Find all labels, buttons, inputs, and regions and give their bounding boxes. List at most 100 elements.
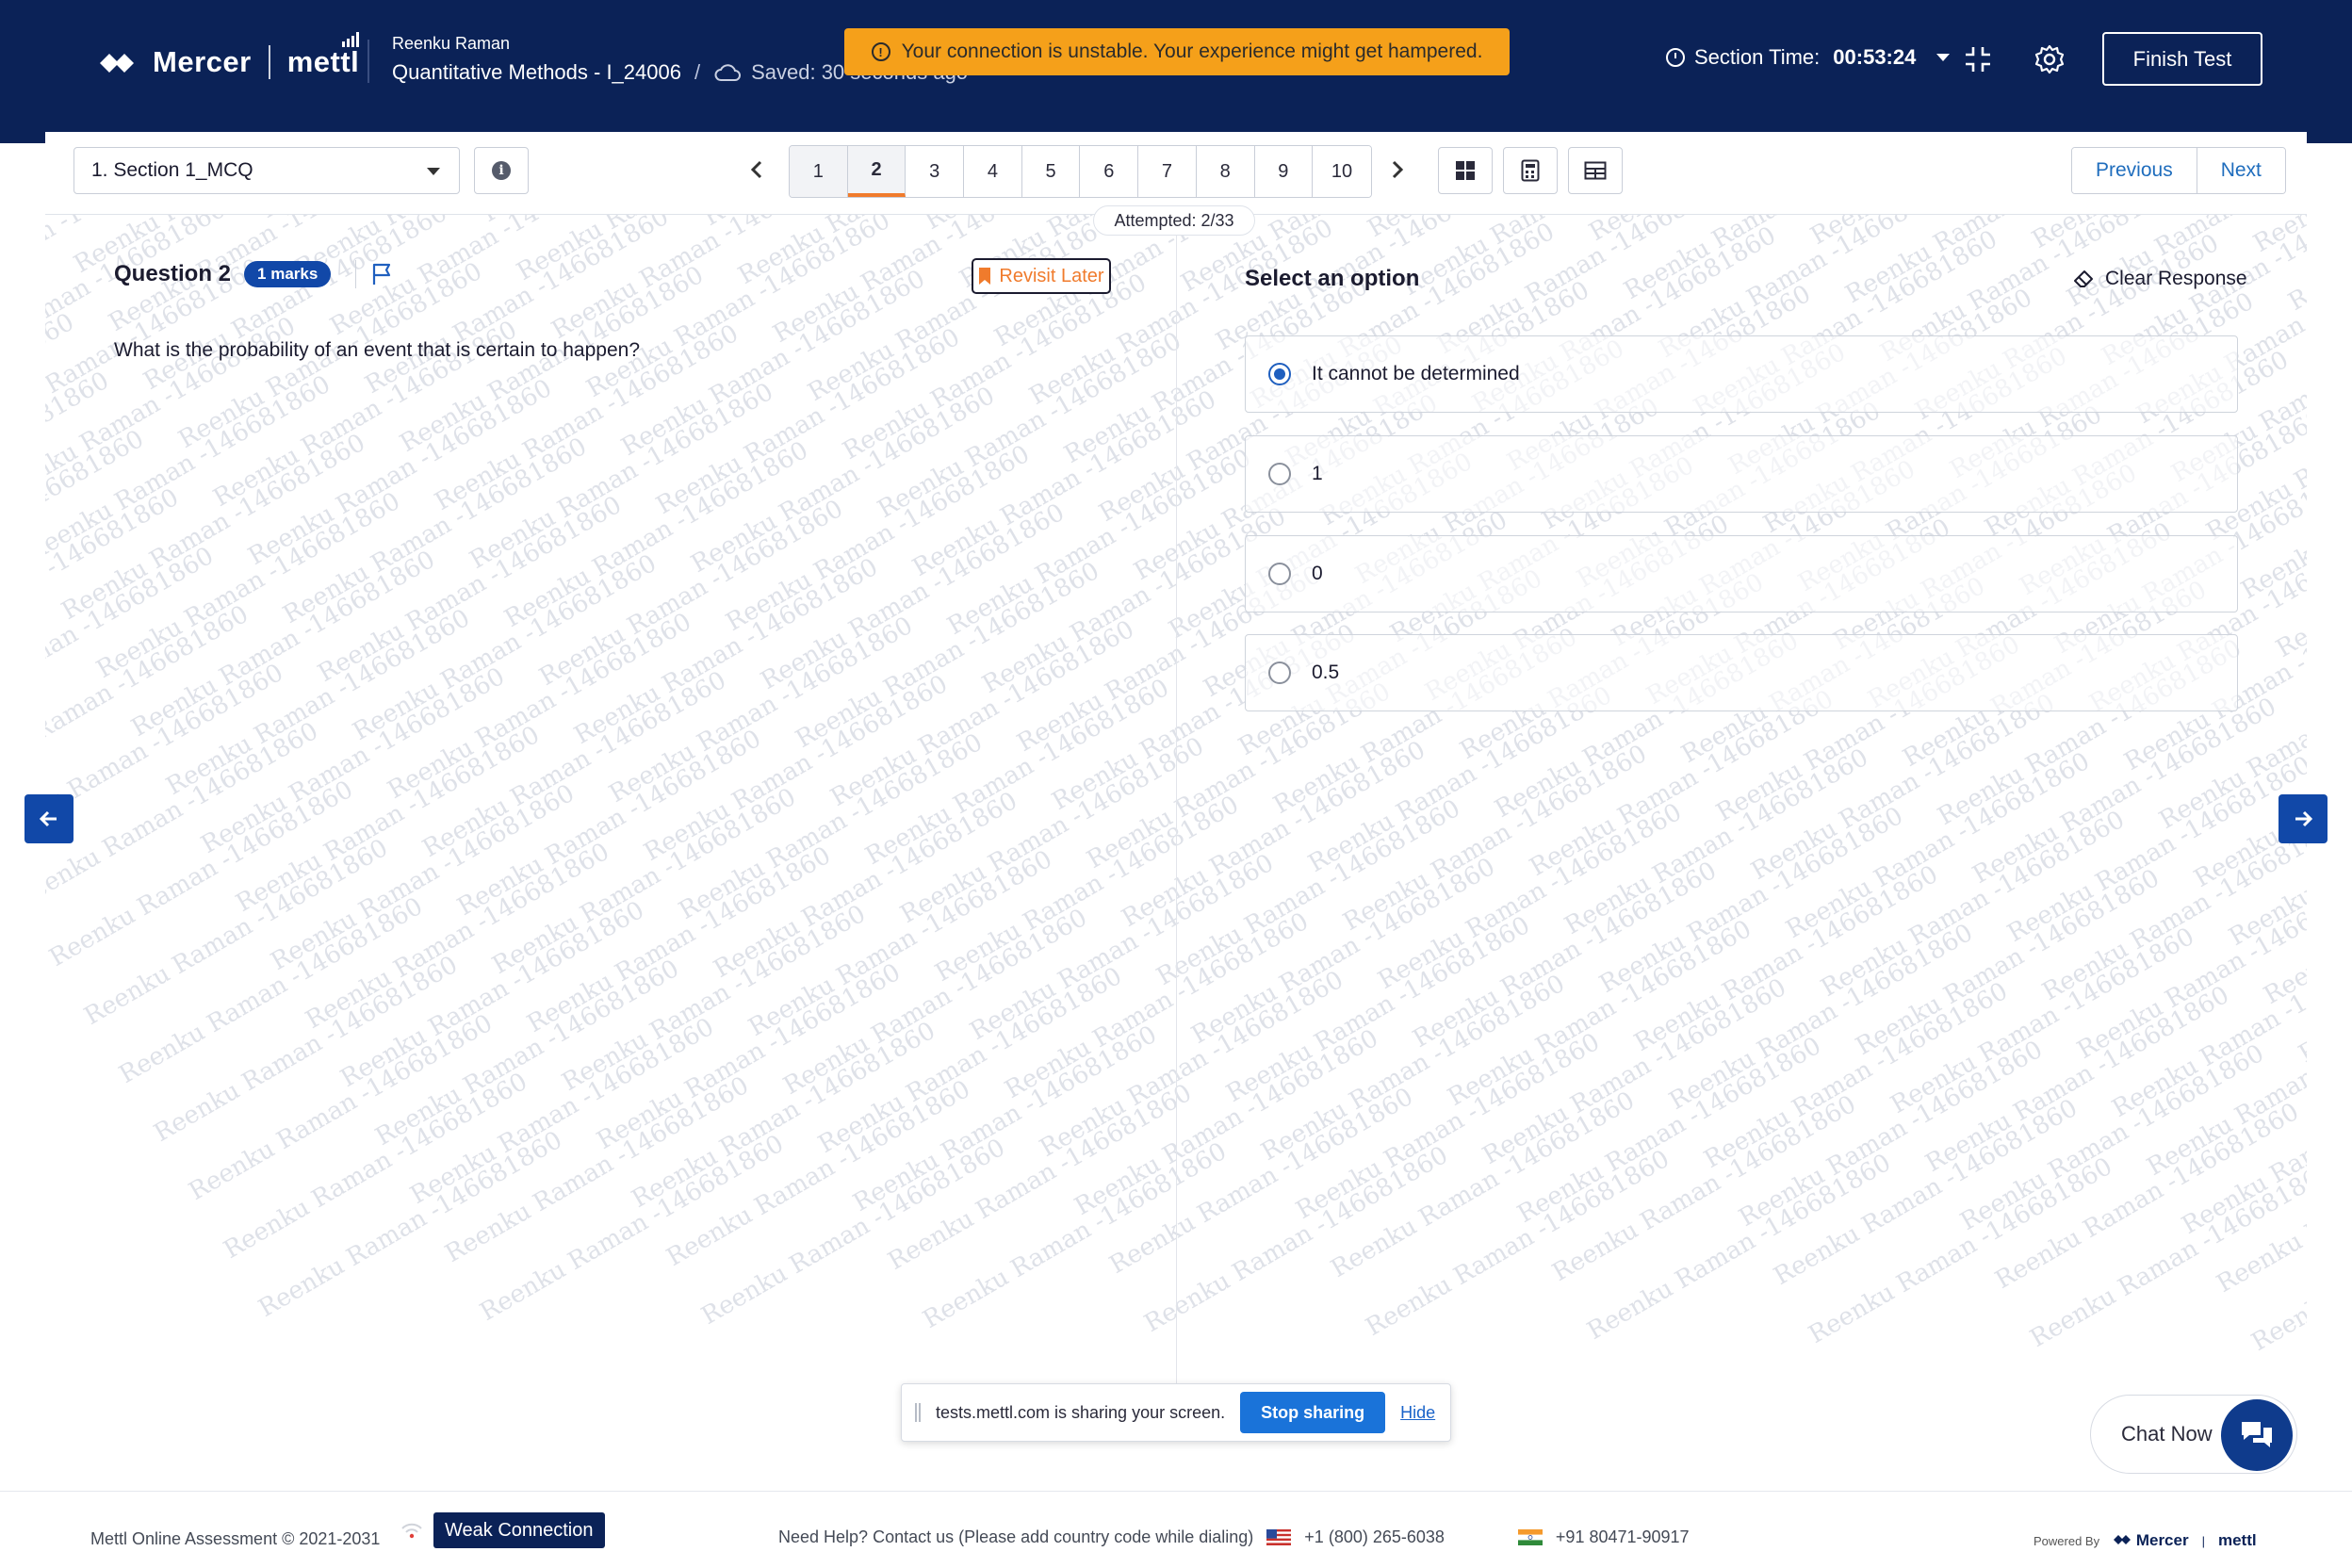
page-button-5[interactable]: 5 <box>1021 146 1081 197</box>
watermark-text: Reenku Raman -146681860 <box>1886 923 2199 1119</box>
revisit-later-button[interactable]: Revisit Later <box>972 258 1111 294</box>
powered-by: Powered By Mercer | mettl <box>2034 1531 2257 1550</box>
watermark-text: Reenku Raman -146681860 <box>652 323 965 520</box>
gear-icon[interactable] <box>2034 43 2066 75</box>
watermark-text: Reenku Raman -146681860 <box>2237 408 2308 605</box>
test-title: Quantitative Methods - I_24006 <box>392 60 681 84</box>
prev-next-group: Previous Next <box>2071 147 2286 194</box>
watermark-text: Reenku Raman -146681860 <box>1478 973 1791 1170</box>
radio-selected[interactable] <box>1268 363 1291 385</box>
page-button-1[interactable]: 1 <box>790 146 848 197</box>
warning-icon: ! <box>871 42 890 61</box>
option-label: It cannot be determined <box>1312 363 1520 384</box>
watermark-text: Reenku Raman -146681860 <box>896 732 1209 929</box>
mercer-wordmark: Mercer <box>153 45 252 78</box>
chat-now-button[interactable]: Chat Now <box>2090 1395 2297 1474</box>
watermark-text: Reenku Raman -146681860 <box>826 615 1139 812</box>
watermark-text: Reenku Raman -146681860 <box>80 834 393 1031</box>
watermark-text: Reenku Raman -146681860 <box>814 962 1127 1159</box>
watermark-text: Reenku Raman -146681860 <box>1364 215 1676 243</box>
clear-response-label: Clear Response <box>2105 268 2247 289</box>
watermark-text: Reenku Raman -146681860 <box>1560 743 1873 940</box>
previous-button[interactable]: Previous <box>2072 148 2197 193</box>
option-3[interactable]: 0 <box>1245 535 2238 612</box>
prev-question-arrow[interactable] <box>24 794 74 843</box>
watermark-text: Reenku Raman -146681860 <box>1805 1152 2117 1349</box>
exit-fullscreen-icon[interactable] <box>1962 43 1994 75</box>
page-button-8[interactable]: 8 <box>1196 146 1255 197</box>
watermark-text: Reenku Raman -146681860 <box>45 215 231 392</box>
watermark-text: Reenku Raman -146681860 <box>466 378 778 575</box>
watermark-text: Reenku Raman -146681860 <box>45 215 126 217</box>
watermark-text: Reenku Raman -146681860 <box>162 604 475 801</box>
watermark-text: Reenku Raman -146681860 <box>2247 1160 2308 1357</box>
watermark-text: Reenku Raman -146681860 <box>1735 1036 2048 1233</box>
stop-sharing-button[interactable]: Stop sharing <box>1240 1392 1386 1433</box>
radio-unselected[interactable] <box>1268 563 1291 585</box>
watermark-text: Reenku Raman -146681860 <box>1362 1145 1674 1342</box>
watermark-text: Reenku Raman -146681860 <box>336 896 649 1093</box>
watermark-text: Reenku Raman -146681860 <box>57 429 370 626</box>
watermark-text: Reenku Raman -146681860 <box>361 215 674 400</box>
page-button-4[interactable]: 4 <box>964 146 1022 197</box>
flag-icon[interactable] <box>369 262 394 286</box>
watermark-text: Reenku Raman -146681860 <box>45 215 348 220</box>
powered-by-text: Powered By <box>2034 1533 2100 1548</box>
section-info-button[interactable]: i <box>474 147 529 194</box>
clear-response-button[interactable]: Clear Response <box>2073 268 2247 290</box>
watermark-text: Reenku Raman -146681860 <box>45 717 323 914</box>
watermark-text: Reenku Raman -146681860 <box>45 483 184 680</box>
watermark-text: Reenku Raman -146681860 <box>150 951 463 1148</box>
watermark-text: Reenku Raman -146681860 <box>2295 872 2308 1069</box>
revisit-later-label: Revisit Later <box>999 265 1104 286</box>
watermark-text: Reenku Raman -146681860 <box>384 608 696 805</box>
page-button-9[interactable]: 9 <box>1254 146 1314 197</box>
page-button-7[interactable]: 7 <box>1138 146 1197 197</box>
watermark-text: Reenku Raman -146681860 <box>197 662 510 859</box>
phone-us[interactable]: +1 (800) 265-6038 <box>1304 1527 1445 1547</box>
watermark-text: Reenku Raman -146681860 <box>2038 809 2308 1006</box>
next-question-arrow[interactable] <box>2278 794 2328 843</box>
page-button-10[interactable]: 10 <box>1313 146 1371 197</box>
page-button-6[interactable]: 6 <box>1080 146 1139 197</box>
watermark-text: Reenku Raman -146681860 <box>839 269 1152 466</box>
table-view-button[interactable] <box>1568 147 1623 194</box>
watermark-text: Reenku Raman -146681860 <box>478 215 791 228</box>
watermark-text: Reenku Raman -146681860 <box>1620 215 1933 305</box>
watermark-text: Reenku Raman -146681860 <box>1526 685 1838 882</box>
hide-link[interactable]: Hide <box>1400 1403 1435 1423</box>
chat-icon[interactable] <box>2221 1399 2293 1471</box>
pager-next-arrow[interactable] <box>1383 153 1412 187</box>
section-dropdown[interactable]: 1. Section 1_MCQ <box>74 147 460 194</box>
wifi-weak-icon <box>401 1523 422 1539</box>
watermark-text: Reenku Raman -146681860 <box>349 549 662 746</box>
watermark-text: Reenku Raman -146681860 <box>558 900 871 1097</box>
powered-separator: | <box>2201 1533 2205 1548</box>
watermark-text: Reenku Raman -146681860 <box>1001 907 1314 1104</box>
option-4[interactable]: 0.5 <box>1245 634 2238 711</box>
calculator-button[interactable] <box>1503 147 1558 194</box>
weak-connection-badge: Weak Connection <box>433 1512 605 1548</box>
question-grid-button[interactable] <box>1438 147 1493 194</box>
next-button[interactable]: Next <box>2196 148 2285 193</box>
option-2[interactable]: 1 <box>1245 435 2238 513</box>
radio-unselected[interactable] <box>1268 662 1291 684</box>
chevron-down-icon[interactable] <box>1936 54 1951 61</box>
radio-unselected[interactable] <box>1268 463 1291 485</box>
pager-prev-arrow[interactable] <box>743 153 771 187</box>
finish-test-button[interactable]: Finish Test <box>2102 32 2262 86</box>
page-button-3[interactable]: 3 <box>906 146 965 197</box>
help-contacts: Need Help? Contact us (Please add countr… <box>778 1527 1690 1547</box>
bookmark-icon <box>979 268 991 285</box>
candidate-name: Reenku Raman <box>392 34 511 53</box>
options-heading: Select an option <box>1245 266 1420 291</box>
watermark-text: Reenku Raman -146681860 <box>267 779 580 976</box>
option-1[interactable]: It cannot be determined <box>1245 335 2238 413</box>
phone-india[interactable]: +91 80471-90917 <box>1556 1527 1690 1547</box>
watermark-text: Reenku Raman -146681860 <box>45 367 114 564</box>
watermark-text: Reenku Raman -146681860 <box>1747 689 2060 886</box>
section-timer[interactable]: Section Time: 00:53:24 <box>1666 45 1951 70</box>
watermark-text: Reenku Raman -146681860 <box>744 845 1057 1042</box>
page-button-2[interactable]: 2 <box>847 146 906 197</box>
drag-handle-icon[interactable] <box>915 1403 921 1422</box>
